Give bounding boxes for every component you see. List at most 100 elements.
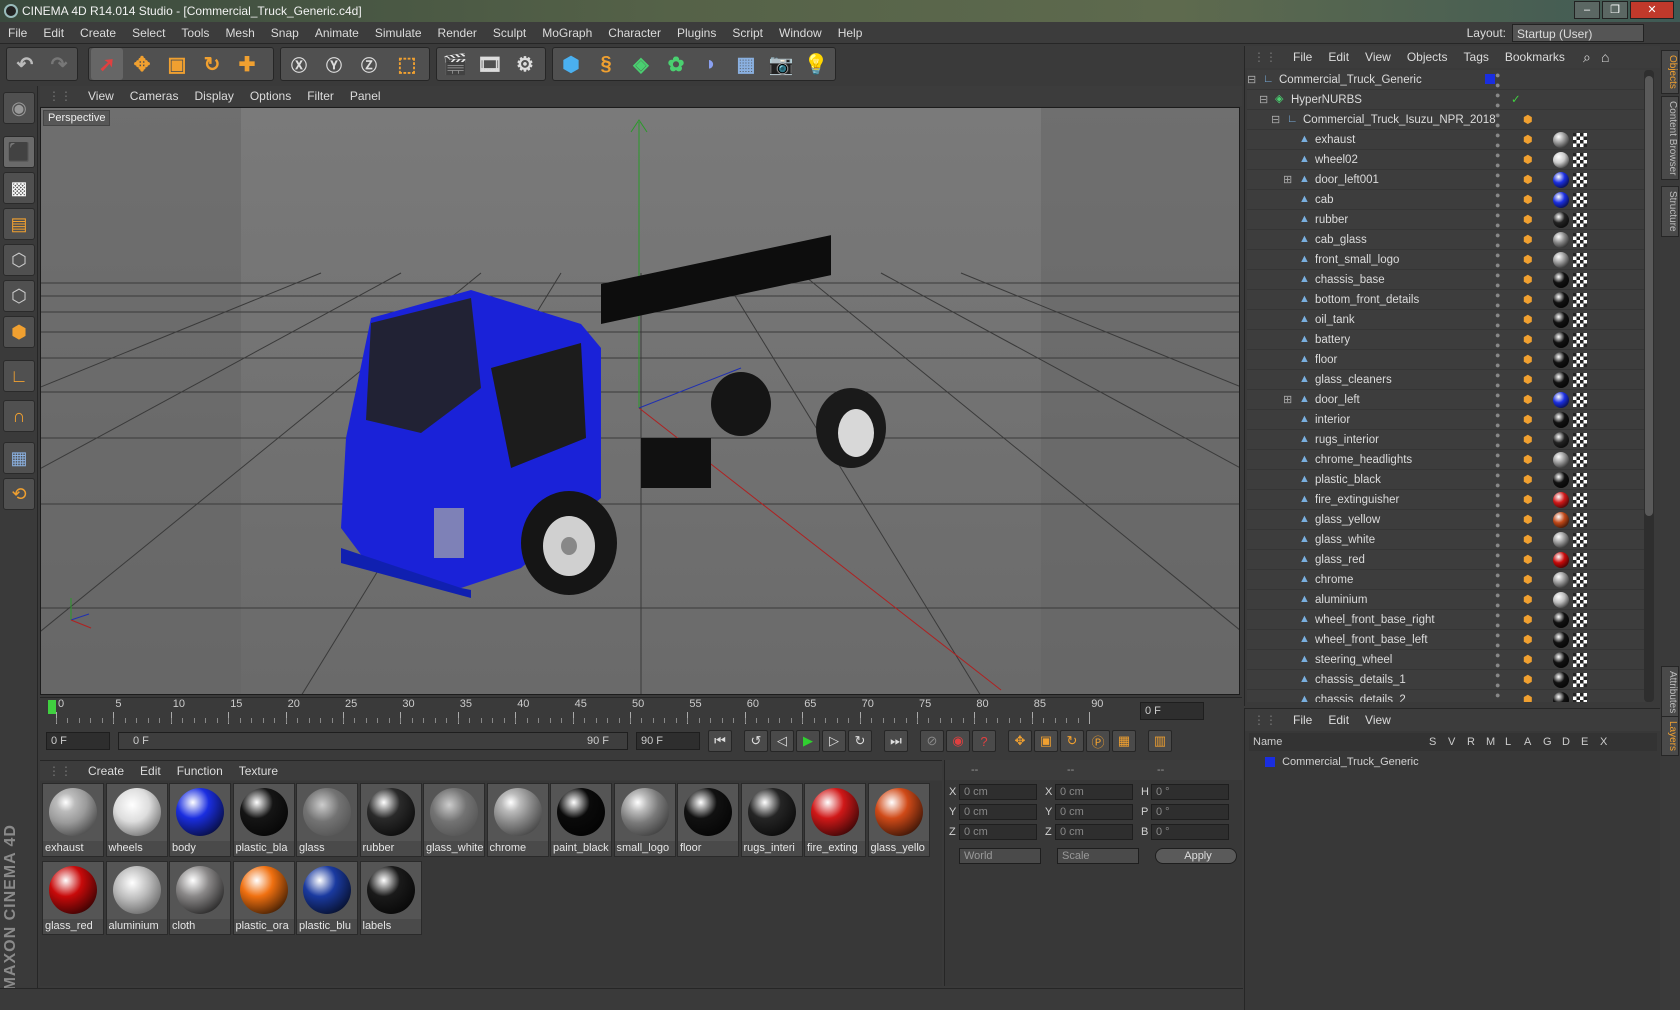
object-row[interactable]: ▲ rubber ● ● ⬢ [1247,210,1645,230]
object-menu-bookmarks[interactable]: Bookmarks [1497,46,1573,68]
next-key-icon[interactable]: ↻ [848,730,872,752]
material-swatch[interactable]: plastic_bla [232,783,295,857]
material-swatch[interactable]: glass [296,783,358,857]
visibility-dots[interactable]: ● ● [1495,650,1515,670]
record-keys-icon[interactable]: ⊘ [920,730,944,752]
side-tab-objects[interactable]: Objects [1661,50,1679,94]
undo-icon[interactable]: ↶ [9,48,41,80]
layer-row[interactable]: Commercial_Truck_Generic [1249,753,1657,771]
viewport-menu-view[interactable]: View [80,86,122,106]
coord-position-field[interactable]: 0 cm [959,824,1037,840]
make-editable-icon[interactable]: ◉ [3,92,35,124]
material-swatch[interactable]: cloth [169,861,231,935]
material-swatch[interactable]: glass_yello [867,783,930,857]
material-menu-texture[interactable]: Texture [231,761,286,781]
visibility-dots[interactable]: ● ● [1495,430,1515,450]
z-axis-lock-icon[interactable]: Ⓩ [353,48,385,80]
object-row[interactable]: ▲ aluminium ● ● ⬢ [1247,590,1645,610]
object-menu-objects[interactable]: Objects [1399,46,1456,68]
object-row[interactable]: ▲ cab_glass ● ● ⬢ [1247,230,1645,250]
timeline-window-icon[interactable]: ▥ [1148,730,1172,752]
menu-plugins[interactable]: Plugins [669,22,724,44]
menu-render[interactable]: Render [430,22,485,44]
object-row[interactable]: ▲ chrome_headlights ● ● ⬢ [1247,450,1645,470]
visibility-dots[interactable]: ● ● [1495,330,1515,350]
locked-workplane-icon[interactable]: ⟲ [3,478,35,510]
visibility-dots[interactable]: ● ● [1495,190,1515,210]
cube-object-icon[interactable]: ⬢ [555,48,587,80]
object-row[interactable]: ▲ interior ● ● ⬢ [1247,410,1645,430]
object-row[interactable]: ▲ steering_wheel ● ● ⬢ [1247,650,1645,670]
object-row[interactable]: ▲ oil_tank ● ● ⬢ [1247,310,1645,330]
menu-file[interactable]: File [0,22,35,44]
object-row[interactable]: ▲ fire_extinguisher ● ● ⬢ [1247,490,1645,510]
layer-menu-file[interactable]: File [1285,709,1320,731]
visibility-dots[interactable]: ● ● [1495,670,1515,690]
material-swatch[interactable]: glass_white [423,783,485,857]
layout-dropdown[interactable]: Startup (User) [1512,24,1644,42]
visibility-dots[interactable]: ● ● [1495,210,1515,230]
visibility-dots[interactable]: ● ● [1495,150,1515,170]
render-settings-icon[interactable]: ⚙ [509,48,541,80]
scale-dropdown[interactable]: Scale [1057,848,1139,864]
x-axis-lock-icon[interactable]: Ⓧ [283,48,315,80]
material-swatch[interactable]: paint_black [550,783,612,857]
object-row[interactable]: ▲ wheel_front_base_right ● ● ⬢ [1247,610,1645,630]
visibility-dots[interactable]: ● ● [1495,590,1515,610]
object-row[interactable]: ▲ bottom_front_details ● ● ⬢ [1247,290,1645,310]
menu-script[interactable]: Script [724,22,771,44]
coord-size-field[interactable]: 0 cm [1055,784,1133,800]
y-axis-lock-icon[interactable]: Ⓨ [318,48,350,80]
nurbs-icon[interactable]: ◈ [625,48,657,80]
light-icon[interactable]: 💡 [800,48,832,80]
material-tag-icon[interactable] [1553,252,1569,268]
object-row[interactable]: ▲ chassis_details_1 ● ● ⬢ [1247,670,1645,690]
menu-create[interactable]: Create [72,22,124,44]
object-row[interactable]: ▲ chassis_details_2 ● ● ⬢ [1247,690,1645,702]
prev-frame-icon[interactable]: ◁ [770,730,794,752]
material-swatch[interactable]: plastic_ora [232,861,295,935]
coordinate-system-icon[interactable]: ⬚ [391,48,423,80]
menu-help[interactable]: Help [830,22,871,44]
scale-icon[interactable]: ▣ [161,48,193,80]
redo-icon[interactable]: ↷ [43,48,75,80]
object-row[interactable]: ⊞ ▲ door_left001 ● ● ⬢ [1247,170,1645,190]
material-tag-icon[interactable] [1553,692,1569,702]
uvw-tag-icon[interactable] [1573,633,1587,647]
material-tag-icon[interactable] [1553,392,1569,408]
layout-selector[interactable]: Layout: Startup (User) [1467,24,1644,42]
side-tab-attributes[interactable]: Attributes [1661,666,1679,719]
object-menu-edit[interactable]: Edit [1320,46,1357,68]
deformer-icon[interactable]: ◗ [695,48,727,80]
uvw-tag-icon[interactable] [1573,653,1587,667]
object-row[interactable]: ▲ rugs_interior ● ● ⬢ [1247,430,1645,450]
visibility-dots[interactable]: ● ● [1495,570,1515,590]
close-button[interactable]: ✕ [1630,1,1674,19]
material-tag-icon[interactable] [1553,132,1569,148]
expand-toggle-icon[interactable]: ⊟ [1247,70,1256,90]
uvw-tag-icon[interactable] [1573,513,1587,527]
material-tag-icon[interactable] [1553,152,1569,168]
object-row[interactable]: ▲ wheel02 ● ● ⬢ [1247,150,1645,170]
object-row[interactable]: ▲ glass_white ● ● ⬢ [1247,530,1645,550]
apply-button[interactable]: Apply [1155,848,1237,864]
material-menu-edit[interactable]: Edit [132,761,169,781]
visibility-dots[interactable]: ● ● [1495,410,1515,430]
visibility-dots[interactable]: ● ● [1495,630,1515,650]
material-tag-icon[interactable] [1553,172,1569,188]
key-parameter-icon[interactable]: Ⓟ [1086,730,1110,752]
visibility-dots[interactable]: ● ● [1495,350,1515,370]
key-pla-icon[interactable]: ▦ [1112,730,1136,752]
menu-tools[interactable]: Tools [173,22,217,44]
viewport-menu-options[interactable]: Options [242,86,299,106]
layer-menu-view[interactable]: View [1357,709,1399,731]
model-mode-icon[interactable]: ⬛ [3,136,35,168]
maximize-button[interactable]: ❐ [1602,1,1628,19]
material-swatch[interactable]: floor [677,783,739,857]
material-swatch[interactable]: aluminium [105,861,168,935]
workplane-mode-icon[interactable]: ▤ [3,208,35,240]
workplane-lock-icon[interactable]: ▦ [3,442,35,474]
material-tag-icon[interactable] [1553,292,1569,308]
key-rotation-icon[interactable]: ↻ [1060,730,1084,752]
visibility-dots[interactable]: ● ● [1495,290,1515,310]
